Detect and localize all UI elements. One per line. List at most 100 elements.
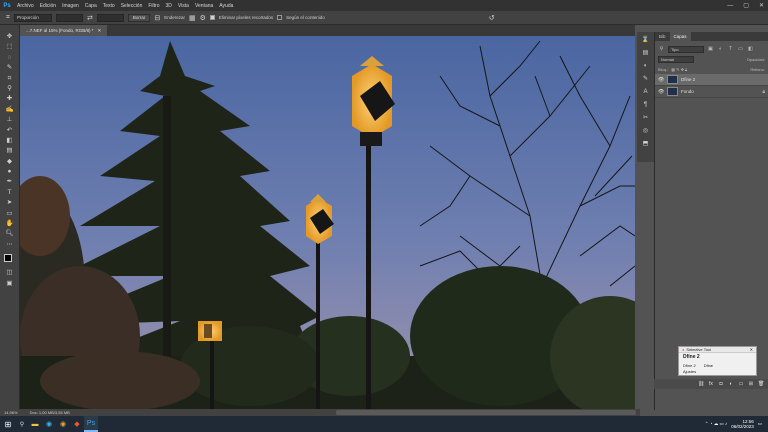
history-brush-icon[interactable]: ↶ xyxy=(4,127,16,135)
menu-edicion[interactable]: Edición xyxy=(37,3,59,9)
paths-panel-icon[interactable]: ⬒ xyxy=(641,140,651,149)
character-panel-icon[interactable]: A xyxy=(641,88,651,97)
filter-smart-icon[interactable]: ◧ xyxy=(747,46,754,53)
delete-cropped-checkbox[interactable] xyxy=(209,15,215,20)
file-explorer-icon[interactable]: ▬ xyxy=(28,416,42,432)
visibility-eye-icon[interactable]: 👁︎ xyxy=(658,77,664,83)
clone-stamp-icon[interactable]: ⊥ xyxy=(4,116,16,124)
hand-tool-icon[interactable]: ✋ xyxy=(4,220,16,228)
brush-panel-icon[interactable]: ✎ xyxy=(641,75,651,84)
menu-imagen[interactable]: Imagen xyxy=(59,3,82,9)
maximize-icon[interactable]: ▢ xyxy=(743,2,749,9)
selective-tool-item[interactable]: Dfine xyxy=(704,363,713,368)
lasso-tool-icon[interactable]: ◌ xyxy=(4,54,16,62)
menu-ayuda[interactable]: Ayuda xyxy=(216,3,236,9)
adjustment-layer-icon[interactable]: ◐ xyxy=(728,381,734,387)
add-mask-icon[interactable]: ◘ xyxy=(718,381,724,387)
minimize-icon[interactable]: — xyxy=(727,3,733,9)
more-tools-icon[interactable]: ⋯ xyxy=(4,241,16,249)
menu-3d[interactable]: 3D xyxy=(163,3,175,9)
tab-layers[interactable]: Capas xyxy=(669,32,691,41)
content-aware-checkbox[interactable] xyxy=(277,15,283,20)
type-tool-icon[interactable]: T xyxy=(4,189,16,197)
zoom-tool-icon[interactable]: 🔍︎ xyxy=(4,230,16,238)
delete-layer-icon[interactable]: 🗑︎ xyxy=(758,381,764,387)
photoshop-taskbar-icon[interactable]: Ps xyxy=(84,416,98,432)
clock[interactable]: 12:56 06/02/2023 xyxy=(731,419,754,429)
clear-button[interactable]: Borrar xyxy=(127,13,151,22)
paragraph-panel-icon[interactable]: ¶ xyxy=(641,101,651,110)
gradient-tool-icon[interactable]: ▤ xyxy=(4,147,16,155)
blur-tool-icon[interactable]: ◆ xyxy=(4,158,16,166)
layer-filter-select[interactable]: Tipo xyxy=(668,45,704,53)
move-tool-icon[interactable]: ✥ xyxy=(4,33,16,41)
image-canvas[interactable] xyxy=(20,36,635,409)
pen-tool-icon[interactable]: ✒ xyxy=(4,178,16,186)
document-tab[interactable]: ...7.NEF al 15% (Fondo, RGB/8) * ✕ xyxy=(20,25,108,36)
menu-seleccion[interactable]: Selección xyxy=(118,3,146,9)
horizontal-scrollbar[interactable] xyxy=(336,410,636,415)
crop-width-field[interactable] xyxy=(55,13,83,22)
blend-mode-select[interactable]: Normal xyxy=(658,55,694,63)
search-icon[interactable]: ⚲ xyxy=(16,416,28,432)
swap-icon[interactable]: ⇄ xyxy=(87,14,93,22)
filter-pixel-icon[interactable]: ▣ xyxy=(707,46,714,53)
eraser-tool-icon[interactable]: ◧ xyxy=(4,137,16,145)
layer-row[interactable]: 👁︎ Dfine 2 xyxy=(655,74,768,86)
menu-archivo[interactable]: Archivo xyxy=(14,3,37,9)
menu-filtro[interactable]: Filtro xyxy=(145,3,162,9)
crop-ratio-select[interactable]: Proporción xyxy=(13,13,52,22)
healing-brush-icon[interactable]: ✚ xyxy=(4,95,16,103)
start-button-icon[interactable]: ⊞ xyxy=(0,416,16,432)
marquee-tool-icon[interactable]: ⬚ xyxy=(4,43,16,51)
crop-tool-icon[interactable]: ⌗ xyxy=(4,75,16,83)
dodge-tool-icon[interactable]: ● xyxy=(4,168,16,176)
notifications-icon[interactable]: ▭ xyxy=(758,421,762,427)
foreground-color[interactable] xyxy=(3,254,12,263)
color-swatches[interactable] xyxy=(3,253,17,267)
menu-vista[interactable]: Vista xyxy=(175,3,192,9)
close-icon[interactable]: ✕ xyxy=(750,347,756,352)
doc-info[interactable]: Doc: 1,00 MB/3,55 MB xyxy=(30,410,70,415)
brave-icon[interactable]: ◆ xyxy=(70,416,84,432)
menu-texto[interactable]: Texto xyxy=(100,3,118,9)
close-icon[interactable]: ✕ xyxy=(759,2,764,9)
selective-tool-item[interactable]: Dfine 2 xyxy=(683,363,696,368)
quick-select-tool-icon[interactable]: ✎ xyxy=(4,64,16,72)
visibility-eye-icon[interactable]: 👁︎ xyxy=(658,89,664,95)
channels-panel-icon[interactable]: ◎ xyxy=(641,127,651,136)
shape-tool-icon[interactable]: ▭ xyxy=(4,210,16,218)
overlay-grid-icon[interactable]: ▦ xyxy=(189,14,196,22)
properties-panel-icon[interactable]: ▤ xyxy=(641,49,651,58)
tab-libraries[interactable]: Bib xyxy=(655,32,670,41)
quick-mask-icon[interactable]: ◫ xyxy=(4,269,16,277)
undo-reset-icon[interactable]: ↺ xyxy=(489,14,495,22)
adjustments-panel-icon[interactable]: ◐ xyxy=(641,62,651,71)
link-layers-icon[interactable]: ⛓ xyxy=(698,381,704,387)
zoom-level[interactable]: 14,96% xyxy=(4,410,18,415)
screen-mode-icon[interactable]: ▣ xyxy=(4,280,16,288)
chrome-icon[interactable]: ◉ xyxy=(56,416,70,432)
layer-row[interactable]: 👁︎ Fondo 🔒︎ xyxy=(655,86,768,98)
eyedropper-tool-icon[interactable]: ⚲ xyxy=(4,85,16,93)
tools-panel-icon[interactable]: ✂ xyxy=(641,114,651,123)
crop-tool-icon[interactable]: ⌗ xyxy=(6,14,10,22)
new-layer-icon[interactable]: ⊞ xyxy=(748,381,754,387)
settings-gear-icon[interactable]: ⚙ xyxy=(200,14,206,22)
new-group-icon[interactable]: ▭ xyxy=(738,381,744,387)
lock-icons[interactable]: ▦ ✎ ✥ 🔒︎ xyxy=(671,67,687,72)
straighten-label[interactable]: Enderezar xyxy=(164,15,185,20)
edge-icon[interactable]: ◉ xyxy=(42,416,56,432)
close-document-icon[interactable]: ✕ xyxy=(98,28,102,34)
tray-icons[interactable]: ⌃ ◔ ☁ ▭ ♪ xyxy=(705,421,728,427)
filter-type-icon[interactable]: T xyxy=(727,46,734,53)
selective-tool-sub[interactable]: Ajustes xyxy=(679,369,756,374)
menu-ventana[interactable]: Ventana xyxy=(192,3,216,9)
menu-capa[interactable]: Capa xyxy=(82,3,100,9)
filter-adjust-icon[interactable]: ◐ xyxy=(717,46,724,53)
crop-height-field[interactable] xyxy=(96,13,124,22)
path-select-icon[interactable]: ➤ xyxy=(4,199,16,207)
filter-shape-icon[interactable]: ▭ xyxy=(737,46,744,53)
straighten-icon[interactable]: ⊟ xyxy=(154,14,160,22)
brush-tool-icon[interactable]: ✍ xyxy=(4,106,16,114)
